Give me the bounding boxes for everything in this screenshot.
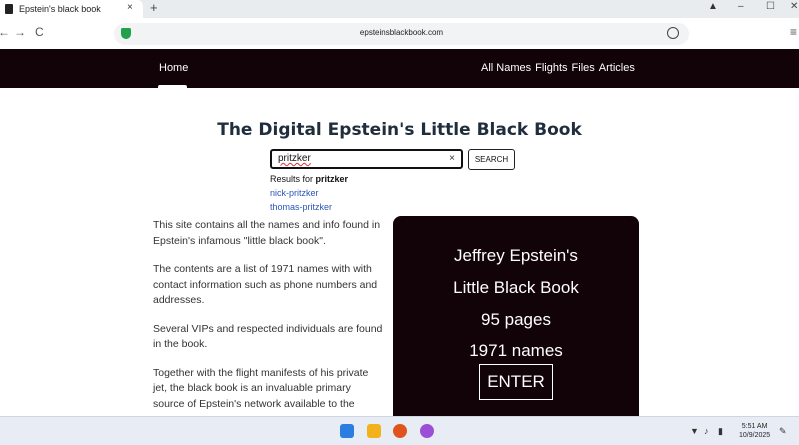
search-value: pritzker — [278, 153, 311, 164]
nav-links: All Names Flights Files Articles — [481, 62, 635, 74]
battery-icon[interactable]: ▮ — [718, 426, 723, 437]
card-pages: 95 pages — [481, 310, 551, 329]
site-favicon-icon — [5, 4, 13, 14]
intro-text: This site contains all the names and inf… — [153, 218, 385, 425]
tab-title: Epstein's black book — [19, 4, 101, 14]
file-explorer-icon[interactable] — [367, 424, 381, 438]
app-icon[interactable] — [420, 424, 434, 438]
browser-icon[interactable] — [393, 424, 407, 438]
result-link[interactable]: nick-pritzker — [270, 188, 348, 198]
clock-time: 5:51 AM — [741, 423, 768, 430]
site-navbar: Home All Names Flights Files Articles — [0, 49, 799, 88]
search-button[interactable]: SEARCH — [468, 149, 515, 170]
active-nav-indicator — [158, 85, 187, 88]
minimize-button[interactable]: – — [738, 1, 744, 12]
extension-icon[interactable] — [667, 27, 679, 39]
nav-all-names-link[interactable]: All Names — [481, 62, 531, 74]
search-results: Results for pritzker nick-pritzker thoma… — [270, 174, 348, 212]
nav-files-link[interactable]: Files — [572, 62, 595, 74]
nav-home-link[interactable]: Home — [159, 62, 188, 74]
nav-flights-link[interactable]: Flights — [535, 62, 567, 74]
tab-close-icon[interactable]: × — [127, 2, 133, 13]
back-button[interactable]: ← — [0, 25, 10, 39]
browser-menu-button[interactable]: ≡ — [790, 25, 797, 39]
reload-button[interactable]: C — [35, 25, 44, 39]
browser-tab[interactable]: Epstein's black book × — [0, 0, 143, 18]
results-query: pritzker — [315, 174, 349, 184]
window-close-button[interactable]: ✕ — [790, 1, 798, 12]
nav-articles-link[interactable]: Articles — [599, 62, 635, 74]
results-prefix: Results for — [270, 174, 314, 184]
card-names: 1971 names — [469, 341, 563, 360]
notification-icon[interactable]: ✎ — [779, 426, 787, 437]
address-bar[interactable]: epsteinsblackbook.com — [114, 23, 689, 45]
card-title-line1: Jeffrey Epstein's — [454, 246, 578, 265]
flame-icon[interactable]: ▲ — [708, 1, 718, 12]
results-header: Results for pritzker — [270, 174, 348, 184]
page-title: The Digital Epstein's Little Black Book — [217, 120, 582, 140]
intro-paragraph: Together with the flight manifests of hi… — [153, 366, 369, 410]
enter-button[interactable]: ENTER — [479, 364, 553, 400]
taskbar-clock[interactable]: 5:51 AM 10/9/2025 — [739, 422, 770, 440]
new-tab-button[interactable]: + — [150, 0, 158, 15]
volume-icon[interactable]: ♪ — [704, 426, 709, 436]
card-title-line2: Little Black Book — [453, 278, 579, 297]
book-card: Jeffrey Epstein's Little Black Book 95 p… — [393, 216, 639, 426]
intro-paragraph: This site contains all the names and inf… — [153, 219, 381, 247]
taskbar: ▼ ♪ ▮ 5:51 AM 10/9/2025 ✎ — [0, 416, 799, 445]
maximize-button[interactable]: ☐ — [766, 1, 775, 12]
wifi-icon[interactable]: ▼ — [690, 426, 699, 436]
browser-tab-bar: Epstein's black book × + ▲ – ☐ ✕ — [0, 0, 799, 18]
url-text: epsteinsblackbook.com — [359, 28, 444, 37]
browser-toolbar: ← → C epsteinsblackbook.com ≡ — [0, 18, 799, 49]
result-link[interactable]: thomas-pritzker — [270, 202, 348, 212]
search-input[interactable]: pritzker × — [270, 149, 463, 169]
forward-button[interactable]: → — [14, 25, 26, 39]
windows-start-icon[interactable] — [340, 424, 354, 438]
intro-paragraph: The contents are a list of 1971 names wi… — [153, 263, 378, 306]
clear-search-icon[interactable]: × — [449, 151, 455, 167]
clock-date: 10/9/2025 — [739, 432, 771, 439]
intro-paragraph: Several VIPs and respected individuals a… — [153, 322, 383, 351]
